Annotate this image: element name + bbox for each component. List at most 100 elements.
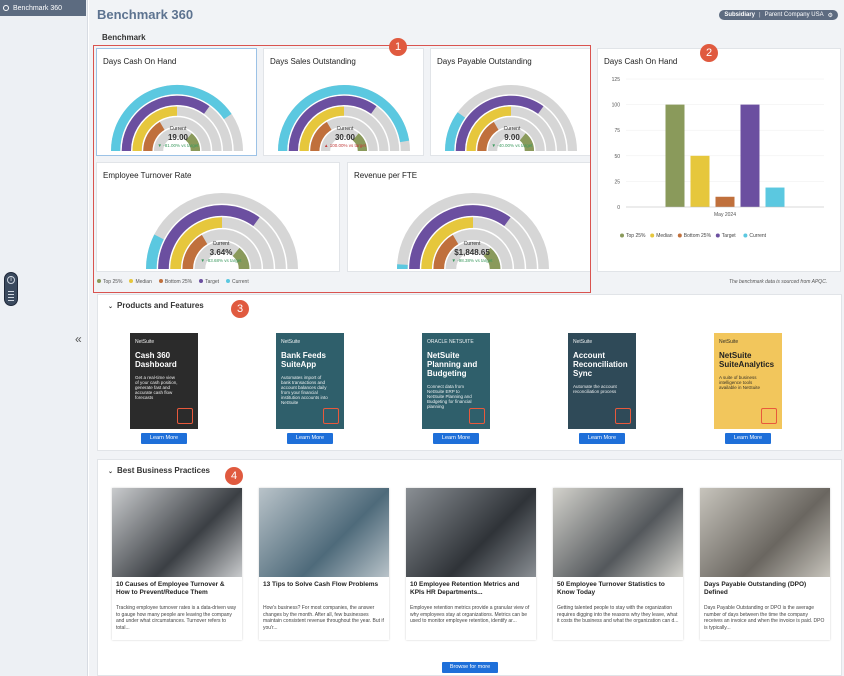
product-title: Account Reconciliation Sync <box>573 351 628 378</box>
product-title: Bank Feeds SuiteApp <box>281 351 326 369</box>
product-title: NetSuite Planning and Budgeting <box>427 351 478 378</box>
legend-label: Median <box>656 233 673 239</box>
browse-for-more-button[interactable]: Browse for more <box>442 662 498 673</box>
settings-icon <box>469 408 485 424</box>
bar-chart-card: Days Cash On Hand 125 100 75 50 25 0 May 2024 T… <box>597 48 841 272</box>
article-excerpt: Tracking employee turnover rates is a da… <box>116 605 237 631</box>
practices-section-header[interactable]: ⌄ Best Business Practices <box>108 466 210 475</box>
dashboard-icon <box>3 5 9 11</box>
gauge-icon <box>761 408 777 424</box>
article-card[interactable]: 10 Causes of Employee Turnover & How to … <box>112 488 242 640</box>
article-card[interactable]: 13 Tips to Solve Cash Flow Problems How'… <box>259 488 389 640</box>
product-card-cash-360[interactable]: NetSuite Cash 360 Dashboard Get a real-t… <box>130 333 198 429</box>
legend-label: Bottom 25% <box>684 233 712 239</box>
learn-more-button[interactable]: Learn More <box>287 433 333 444</box>
chevron-down-icon: ⌄ <box>108 469 114 475</box>
help-widget[interactable]: i <box>4 272 18 306</box>
article-image <box>259 488 389 577</box>
article-image <box>553 488 683 577</box>
products-section-header[interactable]: ⌄ Products and Features <box>108 301 204 310</box>
legend-swatch <box>620 233 624 238</box>
article-excerpt: Getting talented people to stay with the… <box>557 605 679 624</box>
subsidiary-value: Parent Company USA <box>764 12 824 18</box>
legend-label: Current <box>749 233 766 239</box>
product-title: Cash 360 Dashboard <box>135 351 177 369</box>
sidebar: Benchmark 360 i « <box>0 0 88 676</box>
product-card-account-reconciliation[interactable]: NetSuite Account Reconciliation Sync Aut… <box>568 333 636 429</box>
legend-swatch <box>677 233 682 238</box>
article-card[interactable]: Days Payable Outstanding (DPO) Defined D… <box>700 488 830 640</box>
product-description: Automates import of bank transactions an… <box>281 375 328 405</box>
y-tick-label: 25 <box>614 179 620 185</box>
legend-swatch <box>743 233 748 238</box>
article-card[interactable]: 10 Employee Retention Metrics and KPIs H… <box>406 488 536 640</box>
y-tick-label: 0 <box>617 205 620 211</box>
bank-icon <box>323 408 339 424</box>
product-brand: NetSuite <box>719 339 739 345</box>
legend-label: Target <box>722 233 737 239</box>
article-title[interactable]: Days Payable Outstanding (DPO) Defined <box>704 581 826 597</box>
product-card-planning-budgeting[interactable]: ORACLE NETSUITE NetSuite Planning and Bu… <box>422 333 490 429</box>
learn-more-button[interactable]: Learn More <box>433 433 479 444</box>
x-tick-label: May 2024 <box>714 212 736 218</box>
chart-title: Days Cash On Hand <box>604 57 678 66</box>
product-description: Automate the account reconciliation proc… <box>573 384 617 394</box>
legend-swatch <box>650 233 655 238</box>
annotation-highlight-box <box>93 45 591 293</box>
article-image <box>406 488 536 577</box>
info-icon: i <box>7 276 15 284</box>
section-title: Products and Features <box>117 301 204 310</box>
product-card-bank-feeds[interactable]: NetSuite Bank Feeds SuiteApp Automates i… <box>276 333 344 429</box>
collapse-sidebar-icon[interactable]: « <box>75 332 82 346</box>
bar-median[interactable] <box>690 155 710 207</box>
bar-current[interactable] <box>765 187 785 207</box>
y-tick-label: 100 <box>612 103 621 109</box>
subsidiary-label: Subsidiary <box>724 12 756 18</box>
bar-chart: 125 100 75 50 25 0 May 2024 Top 25% Median Bottom… <box>612 77 824 239</box>
product-description: A suite of business intelligence tools a… <box>719 375 761 390</box>
y-tick-label: 50 <box>614 154 620 160</box>
settings-icon <box>615 408 631 424</box>
legend-label: Top 25% <box>626 233 646 239</box>
divider: | <box>759 12 761 18</box>
bar-target[interactable] <box>740 104 760 207</box>
article-title[interactable]: 50 Employee Turnover Statistics to Know … <box>557 581 679 597</box>
chevron-down-icon: ⌄ <box>108 304 114 310</box>
product-description: Connect data from NetSuite ERP to NetSui… <box>427 384 472 409</box>
learn-more-button[interactable]: Learn More <box>141 433 187 444</box>
product-card-suiteanalytics[interactable]: NetSuite NetSuite SuiteAnalytics A suite… <box>714 333 782 429</box>
article-excerpt: Employee retention metrics provide a gra… <box>410 605 530 624</box>
page-title: Benchmark 360 <box>97 7 194 22</box>
product-brand: NetSuite <box>573 339 593 345</box>
annotation-badge: 4 <box>225 467 243 485</box>
y-tick-label: 75 <box>614 128 620 134</box>
learn-more-button[interactable]: Learn More <box>725 433 771 444</box>
legend-swatch <box>715 233 720 238</box>
product-brand: NetSuite <box>135 339 155 345</box>
y-tick-label: 125 <box>612 77 621 83</box>
product-title: NetSuite SuiteAnalytics <box>719 351 775 369</box>
best-practices-section: ⌄ Best Business Practices 4 10 Causes of … <box>97 459 842 676</box>
article-image <box>112 488 242 577</box>
article-excerpt: Days Payable Outstanding or DPO is the a… <box>704 605 825 631</box>
product-brand: NetSuite <box>281 339 301 345</box>
article-title[interactable]: 10 Employee Retention Metrics and KPIs H… <box>410 581 532 597</box>
dashboard-360-icon <box>177 408 193 424</box>
benchmark-source-note: The benchmark data is sourced from APQC. <box>729 279 828 285</box>
article-image <box>700 488 830 577</box>
learn-more-button[interactable]: Learn More <box>579 433 625 444</box>
product-brand: ORACLE NETSUITE <box>427 339 474 345</box>
article-title[interactable]: 10 Causes of Employee Turnover & How to … <box>116 581 238 597</box>
bar-bottom-25-[interactable] <box>715 196 735 207</box>
subsidiary-selector[interactable]: Subsidiary | Parent Company USA ⚙ <box>719 10 838 20</box>
article-excerpt: How's business? For most companies, the … <box>263 605 384 631</box>
sidebar-item-label: Benchmark 360 <box>13 4 63 12</box>
sidebar-item-benchmark-360[interactable]: Benchmark 360 <box>0 0 86 16</box>
bar-top-25-[interactable] <box>665 104 685 207</box>
keypad-icon <box>8 291 14 301</box>
benchmark-section-label: Benchmark <box>102 33 146 42</box>
products-section: ⌄ Products and Features 3 NetSuite Cash 3… <box>97 294 842 451</box>
product-description: Get a real-time view of your cash positi… <box>135 375 178 400</box>
article-card[interactable]: 50 Employee Turnover Statistics to Know … <box>553 488 683 640</box>
article-title[interactable]: 13 Tips to Solve Cash Flow Problems <box>263 581 385 589</box>
